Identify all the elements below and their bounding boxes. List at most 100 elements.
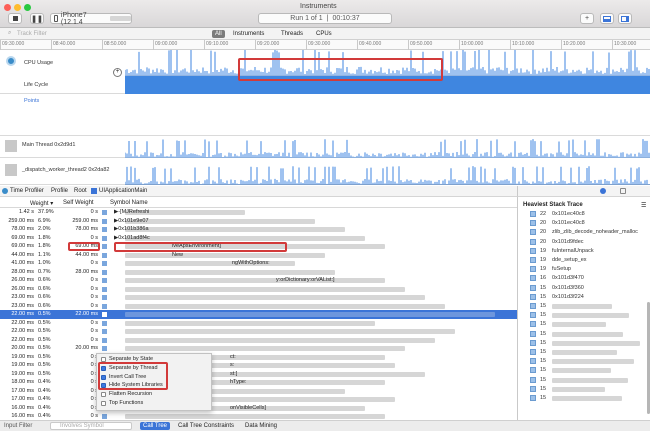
- symbol-cell: ▶0x101b386a: [114, 226, 149, 232]
- weight-cell: 16.00 ms: [11, 413, 34, 419]
- redacted-symbol: [552, 340, 640, 346]
- stack-frame[interactable]: 15: [530, 357, 648, 366]
- person-icon: [102, 269, 107, 275]
- breadcrumb-root[interactable]: Root: [74, 188, 87, 194]
- stack-frame[interactable]: 19 dde_setup_ex: [530, 256, 648, 265]
- toggle-inspector-button[interactable]: [618, 13, 632, 24]
- pause-button[interactable]: ❚❚: [30, 13, 44, 24]
- breadcrumb-uiapplicationmain[interactable]: UIApplicationMain: [99, 188, 147, 194]
- stack-frame[interactable]: 15: [530, 320, 648, 329]
- self-weight-cell: 0 s: [90, 277, 98, 283]
- ruler-tick: [255, 40, 256, 50]
- tab-call-tree-constraints[interactable]: Call Tree Constraints: [178, 423, 234, 429]
- person-icon: [102, 414, 107, 419]
- stack-frame[interactable]: 15: [530, 311, 648, 320]
- ruler-label: 09:10.000: [206, 41, 229, 47]
- cpu-track-header[interactable]: CPU Usage Life Cycle: [0, 50, 125, 94]
- self-weight-cell: 0 s: [90, 294, 98, 300]
- frame-symbol: dde_setup_ex: [552, 257, 587, 263]
- breadcrumb-time-profiler[interactable]: Time Profiler: [10, 188, 44, 194]
- tab-data-mining[interactable]: Data Mining: [245, 423, 277, 429]
- redacted-symbol: [125, 303, 445, 309]
- weight-column-header[interactable]: Weight ▾: [30, 200, 53, 207]
- stack-frame[interactable]: 15: [530, 348, 648, 357]
- minimize-window-button[interactable]: [14, 4, 21, 11]
- symbol-name-column-header[interactable]: Symbol Name: [110, 200, 148, 206]
- menu-checkbox[interactable]: [101, 392, 106, 398]
- weight-cell: 16.00 ms: [11, 404, 34, 411]
- expand-track-icon[interactable]: +: [113, 68, 122, 77]
- main-thread-track-header[interactable]: Main Thread 0x2d9d1: [0, 136, 125, 158]
- frame-symbol: 0x101d3f360: [552, 284, 584, 291]
- symbol-cell: ▶0x101ad8f4c: [114, 234, 150, 241]
- tab-cpus[interactable]: CPUs: [316, 31, 332, 37]
- info-icon[interactable]: [600, 188, 606, 194]
- person-icon: [102, 210, 107, 215]
- stack-frame[interactable]: 22 0x101ec40c8: [530, 210, 648, 219]
- add-instrument-button[interactable]: +: [580, 13, 594, 24]
- stack-frame[interactable]: 15: [530, 302, 648, 311]
- stack-frame[interactable]: 16 0x101d3f470: [530, 274, 648, 283]
- filter-bar: ⌕ Track Filter All Instruments Threads C…: [0, 28, 650, 40]
- person-icon: [102, 244, 107, 249]
- tab-all[interactable]: All: [212, 30, 225, 38]
- stack-frame[interactable]: 15 0x101d3f360: [530, 284, 648, 293]
- stack-frame[interactable]: 15: [530, 339, 648, 348]
- percent-cell: 0.6%: [38, 277, 51, 283]
- stack-frame[interactable]: 19 fuInternalUnpack: [530, 247, 648, 256]
- tab-call-tree[interactable]: Call Tree: [140, 422, 171, 430]
- self-weight-column-header[interactable]: Self Weight: [63, 200, 94, 206]
- tab-threads[interactable]: Threads: [281, 31, 303, 37]
- zoom-window-button[interactable]: [24, 4, 31, 11]
- stack-frame[interactable]: 15: [530, 366, 648, 375]
- menu-item-label[interactable]: Top Functions: [109, 400, 143, 406]
- main-thread-spikes: [124, 139, 650, 158]
- percent-cell: 0.5%: [38, 362, 51, 368]
- dispatch-thread-label: _dispatch_worker_thread2 0x2da82: [22, 167, 110, 173]
- percent-cell: 0.5%: [38, 328, 51, 334]
- self-weight-cell: 0 s: [90, 370, 98, 377]
- close-window-button[interactable]: [4, 4, 11, 11]
- symbol-cell: ngWithOptions:: [232, 260, 270, 266]
- table-row[interactable]: 16.00 ms 0.4% 0 s: [0, 412, 517, 420]
- redacted-symbol: [552, 331, 623, 337]
- weight-cell: 69.00 ms: [11, 234, 34, 241]
- track-filter-input[interactable]: Track Filter: [17, 31, 47, 37]
- main-thread-graph[interactable]: [124, 136, 650, 158]
- toggle-detail-button[interactable]: [600, 13, 614, 24]
- frame-count: 20: [540, 220, 547, 227]
- dispatch-thread-graph[interactable]: [124, 158, 650, 185]
- self-weight-cell: 22.00 ms: [75, 311, 98, 317]
- stack-frame[interactable]: 15: [530, 330, 648, 339]
- device-label: iPhone7 (12.1.4: [60, 11, 87, 26]
- breadcrumb-profile[interactable]: Profile: [51, 188, 68, 194]
- ruler-tick: [459, 40, 460, 50]
- frame-count: 15: [540, 367, 547, 374]
- weight-cell: 26.00 ms: [11, 285, 34, 292]
- stack-frame[interactable]: 15 0x101d3f224: [530, 293, 648, 302]
- stop-button[interactable]: [8, 13, 22, 24]
- points-track-header[interactable]: Points: [0, 94, 125, 136]
- timeline-ruler[interactable]: 09:30.000 08:40.000 08:50.000 09:00.000 09:1…: [0, 40, 650, 50]
- dispatch-track-header[interactable]: _dispatch_worker_thread2 0x2da82: [0, 158, 125, 185]
- stack-frame[interactable]: 20 0x101d9fdec: [530, 238, 648, 247]
- run-timer: 00:10:37: [332, 15, 360, 22]
- frame-count: 16: [540, 275, 547, 282]
- stack-frame[interactable]: 15: [530, 376, 648, 385]
- input-filter-label[interactable]: Input Filter: [4, 423, 32, 429]
- stack-options-icon[interactable]: ☰: [641, 202, 646, 209]
- settings-icon[interactable]: [620, 188, 626, 194]
- stack-frame[interactable]: 15: [530, 385, 648, 394]
- stack-frame[interactable]: 20 zlib_zlib_decode_noheader_malloc: [530, 228, 648, 237]
- tab-instruments[interactable]: Instruments: [233, 31, 264, 37]
- device-selector[interactable]: iPhone7 (12.1.4: [50, 11, 132, 26]
- menu-item-label[interactable]: Flatten Recursion: [109, 391, 152, 397]
- menu-checkbox[interactable]: [101, 401, 106, 406]
- stack-frame[interactable]: 15: [530, 394, 648, 403]
- person-icon: [530, 349, 536, 355]
- redacted-symbol: [125, 320, 375, 326]
- ruler-label: 09:40.000: [359, 41, 382, 47]
- self-weight-cell: 259.00 ms: [72, 217, 98, 224]
- stack-frame[interactable]: 20 0x101ec40c8: [530, 219, 648, 228]
- stack-frame[interactable]: 19 fuSetup: [530, 265, 648, 274]
